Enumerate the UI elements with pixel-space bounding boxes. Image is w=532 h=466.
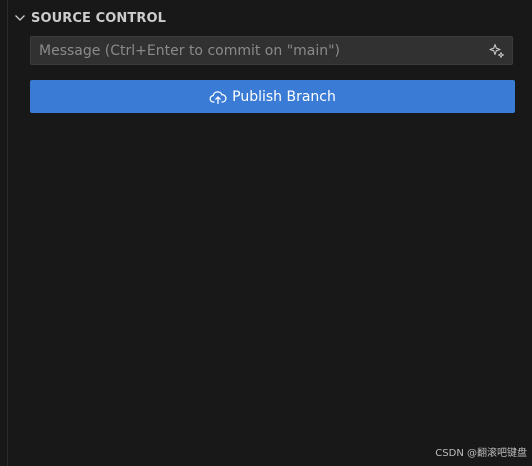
panel-divider [7, 0, 8, 466]
publish-branch-button[interactable]: Publish Branch [30, 80, 515, 113]
source-control-panel: SOURCE CONTROL Publish Branch CSDN @翻滚吧键… [0, 0, 532, 466]
commit-message-box[interactable] [30, 36, 513, 65]
sparkle-icon[interactable] [488, 42, 506, 60]
source-control-header[interactable]: SOURCE CONTROL [8, 6, 528, 30]
commit-message-input[interactable] [31, 37, 479, 64]
section-title: SOURCE CONTROL [31, 10, 167, 26]
watermark: CSDN @翻滚吧键盘 [435, 448, 527, 459]
chevron-down-icon[interactable] [12, 10, 28, 26]
publish-branch-label: Publish Branch [232, 88, 336, 105]
cloud-upload-icon [209, 88, 227, 106]
